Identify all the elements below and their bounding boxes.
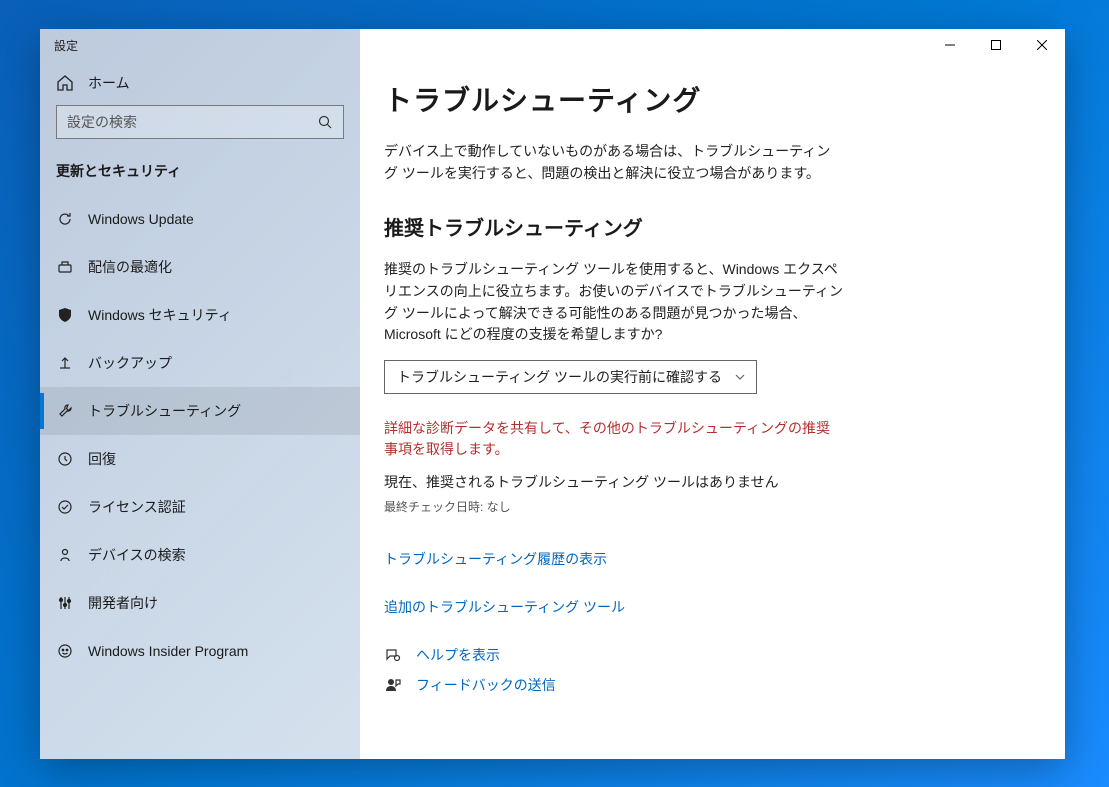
last-check-text: 最終チェック日時: なし: [384, 498, 1041, 515]
sidebar-item-label: トラブルシューティング: [88, 401, 241, 421]
check-circle-icon: [56, 498, 74, 516]
sidebar-item-label: デバイスの検索: [88, 545, 186, 565]
sliders-icon: [56, 594, 74, 612]
delivery-icon: [56, 258, 74, 276]
home-icon: [56, 74, 74, 92]
chevron-down-icon: [734, 371, 746, 383]
sidebar-item-find-device[interactable]: デバイスの検索: [40, 531, 360, 579]
sidebar-item-recovery[interactable]: 回復: [40, 435, 360, 483]
sidebar-item-insider[interactable]: Windows Insider Program: [40, 627, 360, 675]
sidebar-item-label: ライセンス認証: [88, 497, 186, 517]
additional-link[interactable]: 追加のトラブルシューティング ツール: [384, 597, 625, 617]
settings-window: 設定 ホーム 更新とセキュリティ: [40, 29, 1065, 759]
feedback-row: フィードバックの送信: [384, 675, 1041, 695]
sidebar-item-label: 配信の最適化: [88, 257, 172, 277]
nav: Windows Update 配信の最適化 Windows セキュリティ: [40, 195, 360, 675]
search-wrap: [40, 105, 360, 151]
sidebar-item-backup[interactable]: バックアップ: [40, 339, 360, 387]
search-box[interactable]: [56, 105, 344, 139]
section-desc: 推奨のトラブルシューティング ツールを使用すると、Windows エクスペリエン…: [384, 259, 844, 346]
home-button[interactable]: ホーム: [40, 61, 360, 105]
feedback-link[interactable]: フィードバックの送信: [416, 675, 556, 695]
sidebar-item-delivery-optimization[interactable]: 配信の最適化: [40, 243, 360, 291]
sidebar-item-activation[interactable]: ライセンス認証: [40, 483, 360, 531]
find-device-icon: [56, 546, 74, 564]
wrench-icon: [56, 402, 74, 420]
maximize-button[interactable]: [973, 29, 1019, 61]
help-link[interactable]: ヘルプを表示: [416, 645, 500, 665]
window-buttons: [927, 29, 1065, 61]
status-text: 現在、推奨されるトラブルシューティング ツールはありません: [384, 472, 1041, 492]
window-title: 設定: [54, 37, 78, 54]
help-icon: [384, 646, 402, 664]
sidebar: 設定 ホーム 更新とセキュリティ: [40, 29, 360, 759]
minimize-button[interactable]: [927, 29, 973, 61]
section-label: 更新とセキュリティ: [40, 151, 360, 195]
feedback-icon: [384, 676, 402, 694]
home-label: ホーム: [88, 73, 130, 93]
shield-icon: [56, 306, 74, 324]
backup-icon: [56, 354, 74, 372]
sidebar-item-troubleshoot[interactable]: トラブルシューティング: [40, 387, 360, 435]
sidebar-item-label: Windows Update: [88, 211, 194, 227]
content: トラブルシューティング デバイス上で動作していないものがある場合は、トラブルシュ…: [360, 29, 1065, 729]
search-icon: [317, 114, 333, 130]
intro-text: デバイス上で動作していないものがある場合は、トラブルシューティング ツールを実行…: [384, 141, 844, 184]
sync-icon: [56, 210, 74, 228]
close-button[interactable]: [1019, 29, 1065, 61]
titlebar: 設定: [40, 29, 360, 61]
help-row: ヘルプを表示: [384, 645, 1041, 665]
sidebar-item-developers[interactable]: 開発者向け: [40, 579, 360, 627]
sidebar-item-windows-update[interactable]: Windows Update: [40, 195, 360, 243]
main-content: トラブルシューティング デバイス上で動作していないものがある場合は、トラブルシュ…: [360, 29, 1065, 759]
sidebar-item-label: 回復: [88, 449, 116, 469]
insider-icon: [56, 642, 74, 660]
page-title: トラブルシューティング: [384, 79, 1041, 119]
history-link[interactable]: トラブルシューティング履歴の表示: [384, 549, 607, 569]
recovery-icon: [56, 450, 74, 468]
troubleshoot-preference-select[interactable]: トラブルシューティング ツールの実行前に確認する: [384, 360, 757, 394]
warning-text: 詳細な診断データを共有して、その他のトラブルシューティングの推奨事項を取得します…: [384, 418, 844, 460]
sidebar-item-label: 開発者向け: [88, 593, 158, 613]
sidebar-item-windows-security[interactable]: Windows セキュリティ: [40, 291, 360, 339]
search-input[interactable]: [67, 114, 317, 130]
sidebar-item-label: バックアップ: [88, 353, 172, 373]
section-heading: 推奨トラブルシューティング: [384, 212, 1041, 241]
sidebar-item-label: Windows Insider Program: [88, 643, 248, 659]
select-value: トラブルシューティング ツールの実行前に確認する: [397, 367, 722, 387]
sidebar-item-label: Windows セキュリティ: [88, 305, 232, 325]
